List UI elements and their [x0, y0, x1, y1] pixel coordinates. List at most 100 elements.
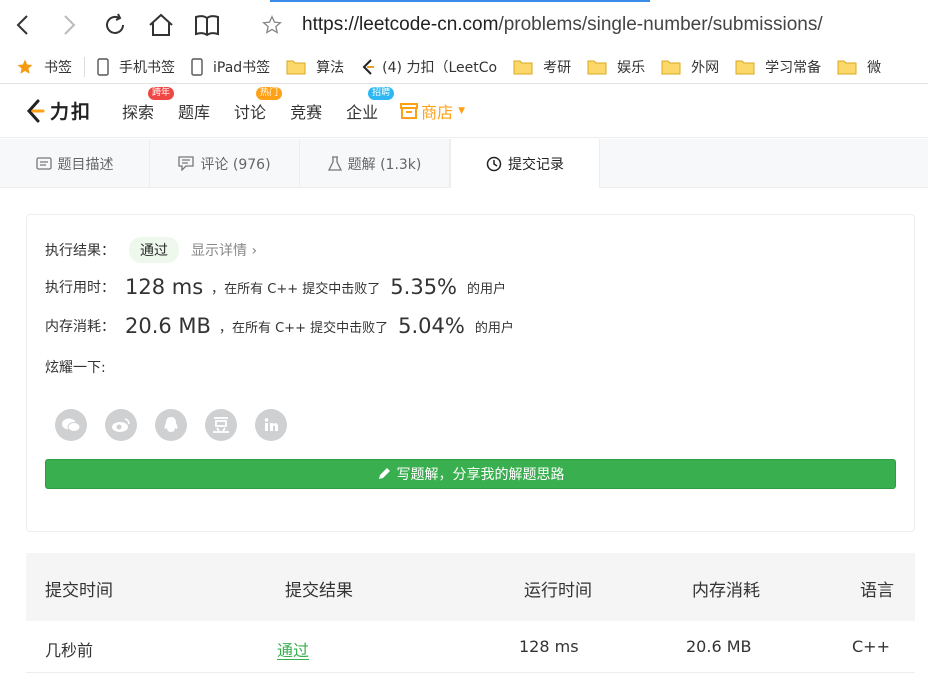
bookmark-label: 书签 [44, 59, 72, 76]
bookmark-label: iPad书签 [213, 59, 271, 76]
share-qq-button[interactable] [155, 409, 187, 441]
reload-button[interactable] [92, 0, 138, 50]
bookmark-item-kaoyan[interactable]: 考研 [505, 50, 579, 83]
bookmark-label: 学习常备 [765, 59, 822, 76]
submission-status-link[interactable]: 通过 [277, 637, 309, 661]
write-solution-button[interactable]: 写题解，分享我的解题思路 [45, 459, 896, 489]
nav-enterprise[interactable]: 企业 招聘 [346, 86, 395, 123]
bookmark-item-study[interactable]: 学习常备 [727, 50, 829, 83]
bookmark-item-algorithm[interactable]: 算法 [278, 50, 352, 83]
tab-label: 评论 (976) [200, 156, 271, 173]
nav-discuss[interactable]: 讨论 热门 [234, 86, 283, 123]
nav-label: 题库 [178, 102, 211, 122]
memory-value: 20.6 MB [125, 314, 211, 338]
share-linkedin-button[interactable] [255, 409, 287, 441]
nav-label: 竞赛 [290, 102, 323, 122]
browser-toolbar: https://leetcode-cn.com/problems/single-… [0, 0, 928, 50]
bookmark-divider [84, 56, 85, 77]
nav-label: 探索 [122, 102, 155, 122]
weibo-icon [112, 418, 130, 432]
nav-label: 商店 [421, 102, 454, 122]
address-bar[interactable]: https://leetcode-cn.com/problems/single-… [252, 0, 823, 50]
back-button[interactable] [0, 0, 46, 50]
share-douban-button[interactable] [205, 409, 237, 441]
memory-percentile: 5.04% [398, 314, 465, 338]
logo-text: 力扣 [50, 101, 93, 123]
tab-submissions[interactable]: 提交记录 [450, 139, 600, 189]
share-label-row: 炫耀一下: [45, 357, 106, 377]
runtime-percentile: 5.35% [390, 275, 458, 299]
url-path: /problems/single-number/submissions/ [498, 14, 823, 35]
folder-icon [513, 59, 533, 75]
runtime-value: 128 ms [125, 275, 204, 299]
star-icon [16, 58, 34, 76]
bookmark-label: 手机书签 [119, 59, 175, 76]
problem-tabs: 题目描述 评论 (976) 题解 (1.3k) 提交记录 [0, 139, 928, 189]
home-button[interactable] [138, 0, 184, 50]
tab-solutions[interactable]: 题解 (1.3k) [300, 139, 450, 188]
folder-icon [286, 59, 306, 75]
nav-badge: 跨年 [148, 86, 175, 100]
nav-contest[interactable]: 竞赛 [290, 99, 322, 123]
url-text[interactable]: https://leetcode-cn.com/problems/single-… [302, 14, 823, 36]
nav-store[interactable]: 商店 ▼ [400, 99, 465, 123]
nav-label: 企业 [346, 102, 379, 122]
clock-icon [486, 156, 502, 172]
bookmark-item-external[interactable]: 外网 [653, 50, 727, 83]
bookmark-star-button[interactable] [252, 15, 292, 35]
nav-explore[interactable]: 探索 跨年 [122, 86, 175, 123]
folder-icon [735, 59, 755, 75]
column-header-time: 提交时间 [45, 581, 113, 601]
reload-icon [106, 13, 124, 34]
linkedin-icon [264, 418, 278, 431]
nav-badge: 招聘 [368, 86, 395, 100]
bookmark-item-bookmarks[interactable]: 书签 [0, 50, 80, 83]
submission-language: C++ [852, 637, 890, 656]
flask-icon [327, 155, 342, 172]
chevron-down-icon: ▼ [458, 105, 466, 116]
site-header: 力扣 探索 跨年 题库 讨论 热门 竞赛 企业 招聘 商店 ▼ [0, 84, 928, 138]
show-details-link[interactable]: 显示详情 › [191, 240, 257, 260]
bookmark-item-ipad[interactable]: iPad书签 [183, 50, 278, 83]
share-buttons [55, 409, 305, 441]
bookmark-item-leetcode[interactable]: (4) 力扣（LeetCo [352, 50, 505, 83]
column-header-runtime: 运行时间 [524, 581, 592, 601]
write-solution-label: 写题解，分享我的解题思路 [396, 467, 565, 483]
memory-row: 内存消耗： 20.6 MB ，在所有 C++ 提交中击败了 5.04% 的用户 [45, 314, 514, 338]
submission-runtime: 128 ms [519, 637, 579, 656]
share-wechat-button[interactable] [55, 409, 87, 441]
bookmark-item-phone[interactable]: 手机书签 [89, 50, 183, 83]
memory-label: 内存消耗： [45, 319, 115, 335]
column-header-memory: 内存消耗 [692, 581, 760, 601]
bookmark-label: 算法 [316, 59, 345, 76]
runtime-tail-text: 的用户 [467, 281, 507, 297]
tab-comments[interactable]: 评论 (976) [150, 139, 300, 188]
bookmark-label: 考研 [543, 59, 572, 76]
tab-label: 题目描述 [57, 156, 114, 173]
show-details-label: 显示详情 [191, 243, 247, 259]
folder-icon [661, 59, 681, 75]
column-header-status: 提交结果 [285, 581, 353, 601]
tablet-icon [191, 57, 203, 76]
bookmark-label: 娱乐 [617, 59, 646, 76]
bookmark-item-entertainment[interactable]: 娱乐 [579, 50, 653, 83]
tab-label: 提交记录 [508, 156, 564, 173]
comment-icon [178, 156, 195, 171]
submissions-panel: 执行结果： 通过 显示详情 › 执行用时： 128 ms ，在所有 C++ 提交… [0, 188, 928, 676]
table-header: 提交时间 提交结果 运行时间 内存消耗 语言 [26, 553, 915, 621]
home-icon [149, 13, 173, 36]
leetcode-logo[interactable]: 力扣 [24, 97, 92, 124]
share-weibo-button[interactable] [105, 409, 137, 441]
bookmark-item-wei[interactable]: 微 [829, 50, 889, 83]
share-label: 炫耀一下: [45, 360, 106, 376]
result-card: 执行结果： 通过 显示详情 › 执行用时： 128 ms ，在所有 C++ 提交… [26, 214, 915, 532]
reader-button[interactable] [184, 0, 230, 50]
nav-problemset[interactable]: 题库 [178, 99, 210, 123]
runtime-label: 执行用时： [45, 280, 115, 296]
leetcode-icon [360, 58, 376, 76]
forward-button[interactable] [46, 0, 92, 50]
nav-badge: 热门 [256, 86, 283, 100]
tab-description[interactable]: 题目描述 [0, 139, 150, 188]
bookmark-label: 微 [867, 59, 882, 76]
leetcode-logo-icon [26, 99, 45, 122]
